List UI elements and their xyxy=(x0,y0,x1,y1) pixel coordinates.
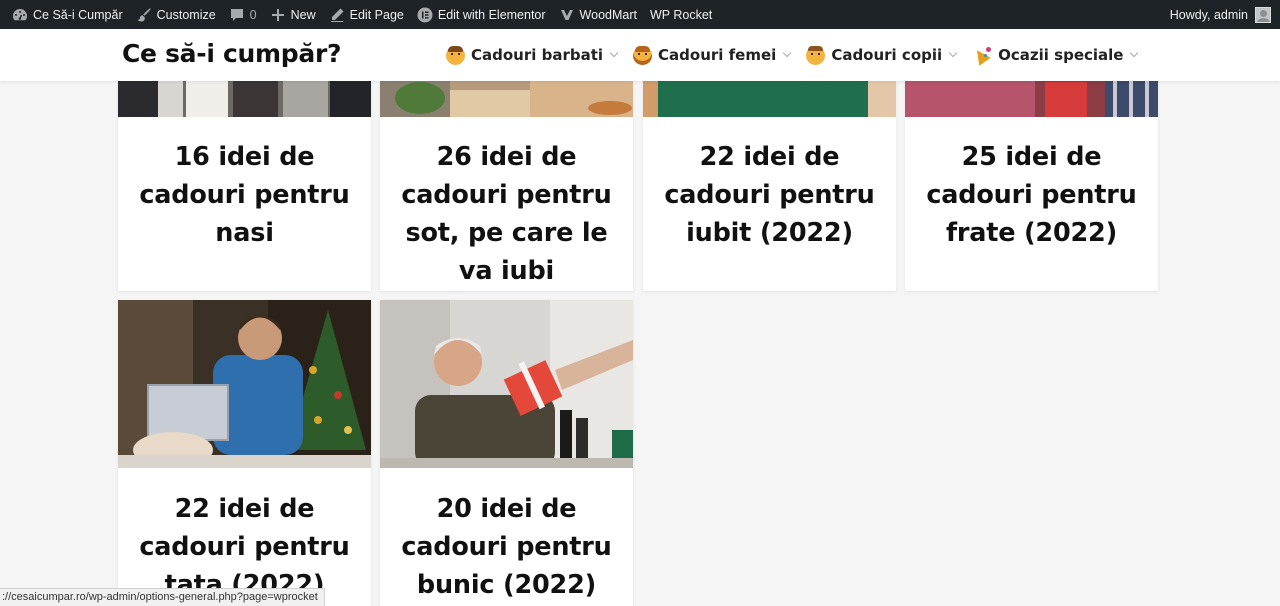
user-avatar-icon xyxy=(1255,6,1271,23)
chevron-down-icon xyxy=(948,48,958,58)
site-header: Ce să-i cumpăr? Cadouri barbati Cadouri … xyxy=(0,29,1280,81)
post-title[interactable]: 16 idei de cadouri pentru nasi xyxy=(128,138,361,252)
nav-label: Cadouri femei xyxy=(658,46,777,64)
wp-rocket-label: WP Rocket xyxy=(649,7,713,22)
pencil-icon xyxy=(330,8,344,22)
admin-site-name[interactable]: Ce Să-i Cumpăr xyxy=(12,0,123,29)
chevron-down-icon xyxy=(609,48,619,58)
nav-label: Cadouri copii xyxy=(831,46,943,64)
new-content-link[interactable]: New xyxy=(270,0,316,29)
edit-page-link[interactable]: Edit Page xyxy=(329,0,404,29)
my-account-menu[interactable]: Howdy, admin xyxy=(1169,6,1280,23)
woodmart-label: WoodMart xyxy=(579,7,637,22)
nav-item-cadouri-femei[interactable]: Cadouri femei xyxy=(633,45,792,65)
nav-item-cadouri-copii[interactable]: Cadouri copii xyxy=(806,45,958,65)
edit-page-label: Edit Page xyxy=(349,7,404,22)
woman-emoji-icon xyxy=(633,45,653,65)
howdy-label: Howdy, admin xyxy=(1169,7,1248,22)
elementor-logo-icon xyxy=(417,7,433,22)
wp-rocket-link[interactable]: WP Rocket xyxy=(650,0,712,29)
post-card[interactable]: 20 idei de cadouri pentru bunic (2022) xyxy=(380,300,633,606)
post-title[interactable]: 25 idei de cadouri pentru frate (2022) xyxy=(915,138,1148,252)
customize-link[interactable]: Customize xyxy=(136,0,216,29)
woodmart-link[interactable]: WoodMart xyxy=(559,0,637,29)
post-title[interactable]: 20 idei de cadouri pentru bunic (2022) xyxy=(390,490,623,604)
edit-elementor-link[interactable]: Edit with Elementor xyxy=(417,0,546,29)
woodmart-logo-icon xyxy=(560,9,573,20)
post-title[interactable]: 22 idei de cadouri pentru iubit (2022) xyxy=(653,138,886,252)
man-emoji-icon xyxy=(446,45,465,65)
nav-label: Cadouri barbati xyxy=(471,46,604,64)
post-title[interactable]: 22 idei de cadouri pentru tata (2022) xyxy=(128,490,361,604)
comments-count: 0 xyxy=(249,7,257,22)
new-label: New xyxy=(290,7,316,22)
site-logo[interactable]: Ce să-i cumpăr? xyxy=(122,39,341,68)
dashboard-gauge-icon xyxy=(13,8,27,20)
post-thumbnail[interactable] xyxy=(380,300,633,468)
edit-elementor-label: Edit with Elementor xyxy=(437,7,546,22)
customize-label: Customize xyxy=(156,7,216,22)
plus-icon xyxy=(271,8,284,21)
paintbrush-icon xyxy=(137,7,151,22)
browser-status-url: ://cesaicumpar.ro/wp-admin/options-gener… xyxy=(0,588,325,606)
party-popper-icon xyxy=(972,45,992,65)
site-name-label: Ce Să-i Cumpăr xyxy=(33,7,123,22)
comment-bubble-icon xyxy=(230,8,243,21)
nav-item-ocazii-speciale[interactable]: Ocazii speciale xyxy=(972,45,1139,65)
post-card[interactable]: 22 idei de cadouri pentru tata (2022) xyxy=(118,300,371,606)
chevron-down-icon xyxy=(783,48,792,58)
comments-link[interactable]: 0 xyxy=(229,0,257,29)
chevron-down-icon xyxy=(1130,48,1139,58)
nav-item-cadouri-barbati[interactable]: Cadouri barbati xyxy=(446,45,619,65)
wp-admin-bar: Ce Să-i Cumpăr Customize 0 New Edit Page… xyxy=(0,0,1280,29)
child-emoji-icon xyxy=(806,45,826,65)
post-thumbnail[interactable] xyxy=(118,300,371,468)
nav-label: Ocazii speciale xyxy=(998,46,1124,64)
post-title[interactable]: 26 idei de cadouri pentru sot, pe care l… xyxy=(390,138,623,290)
main-navigation: Cadouri barbati Cadouri femei Cadouri co… xyxy=(446,29,1139,81)
